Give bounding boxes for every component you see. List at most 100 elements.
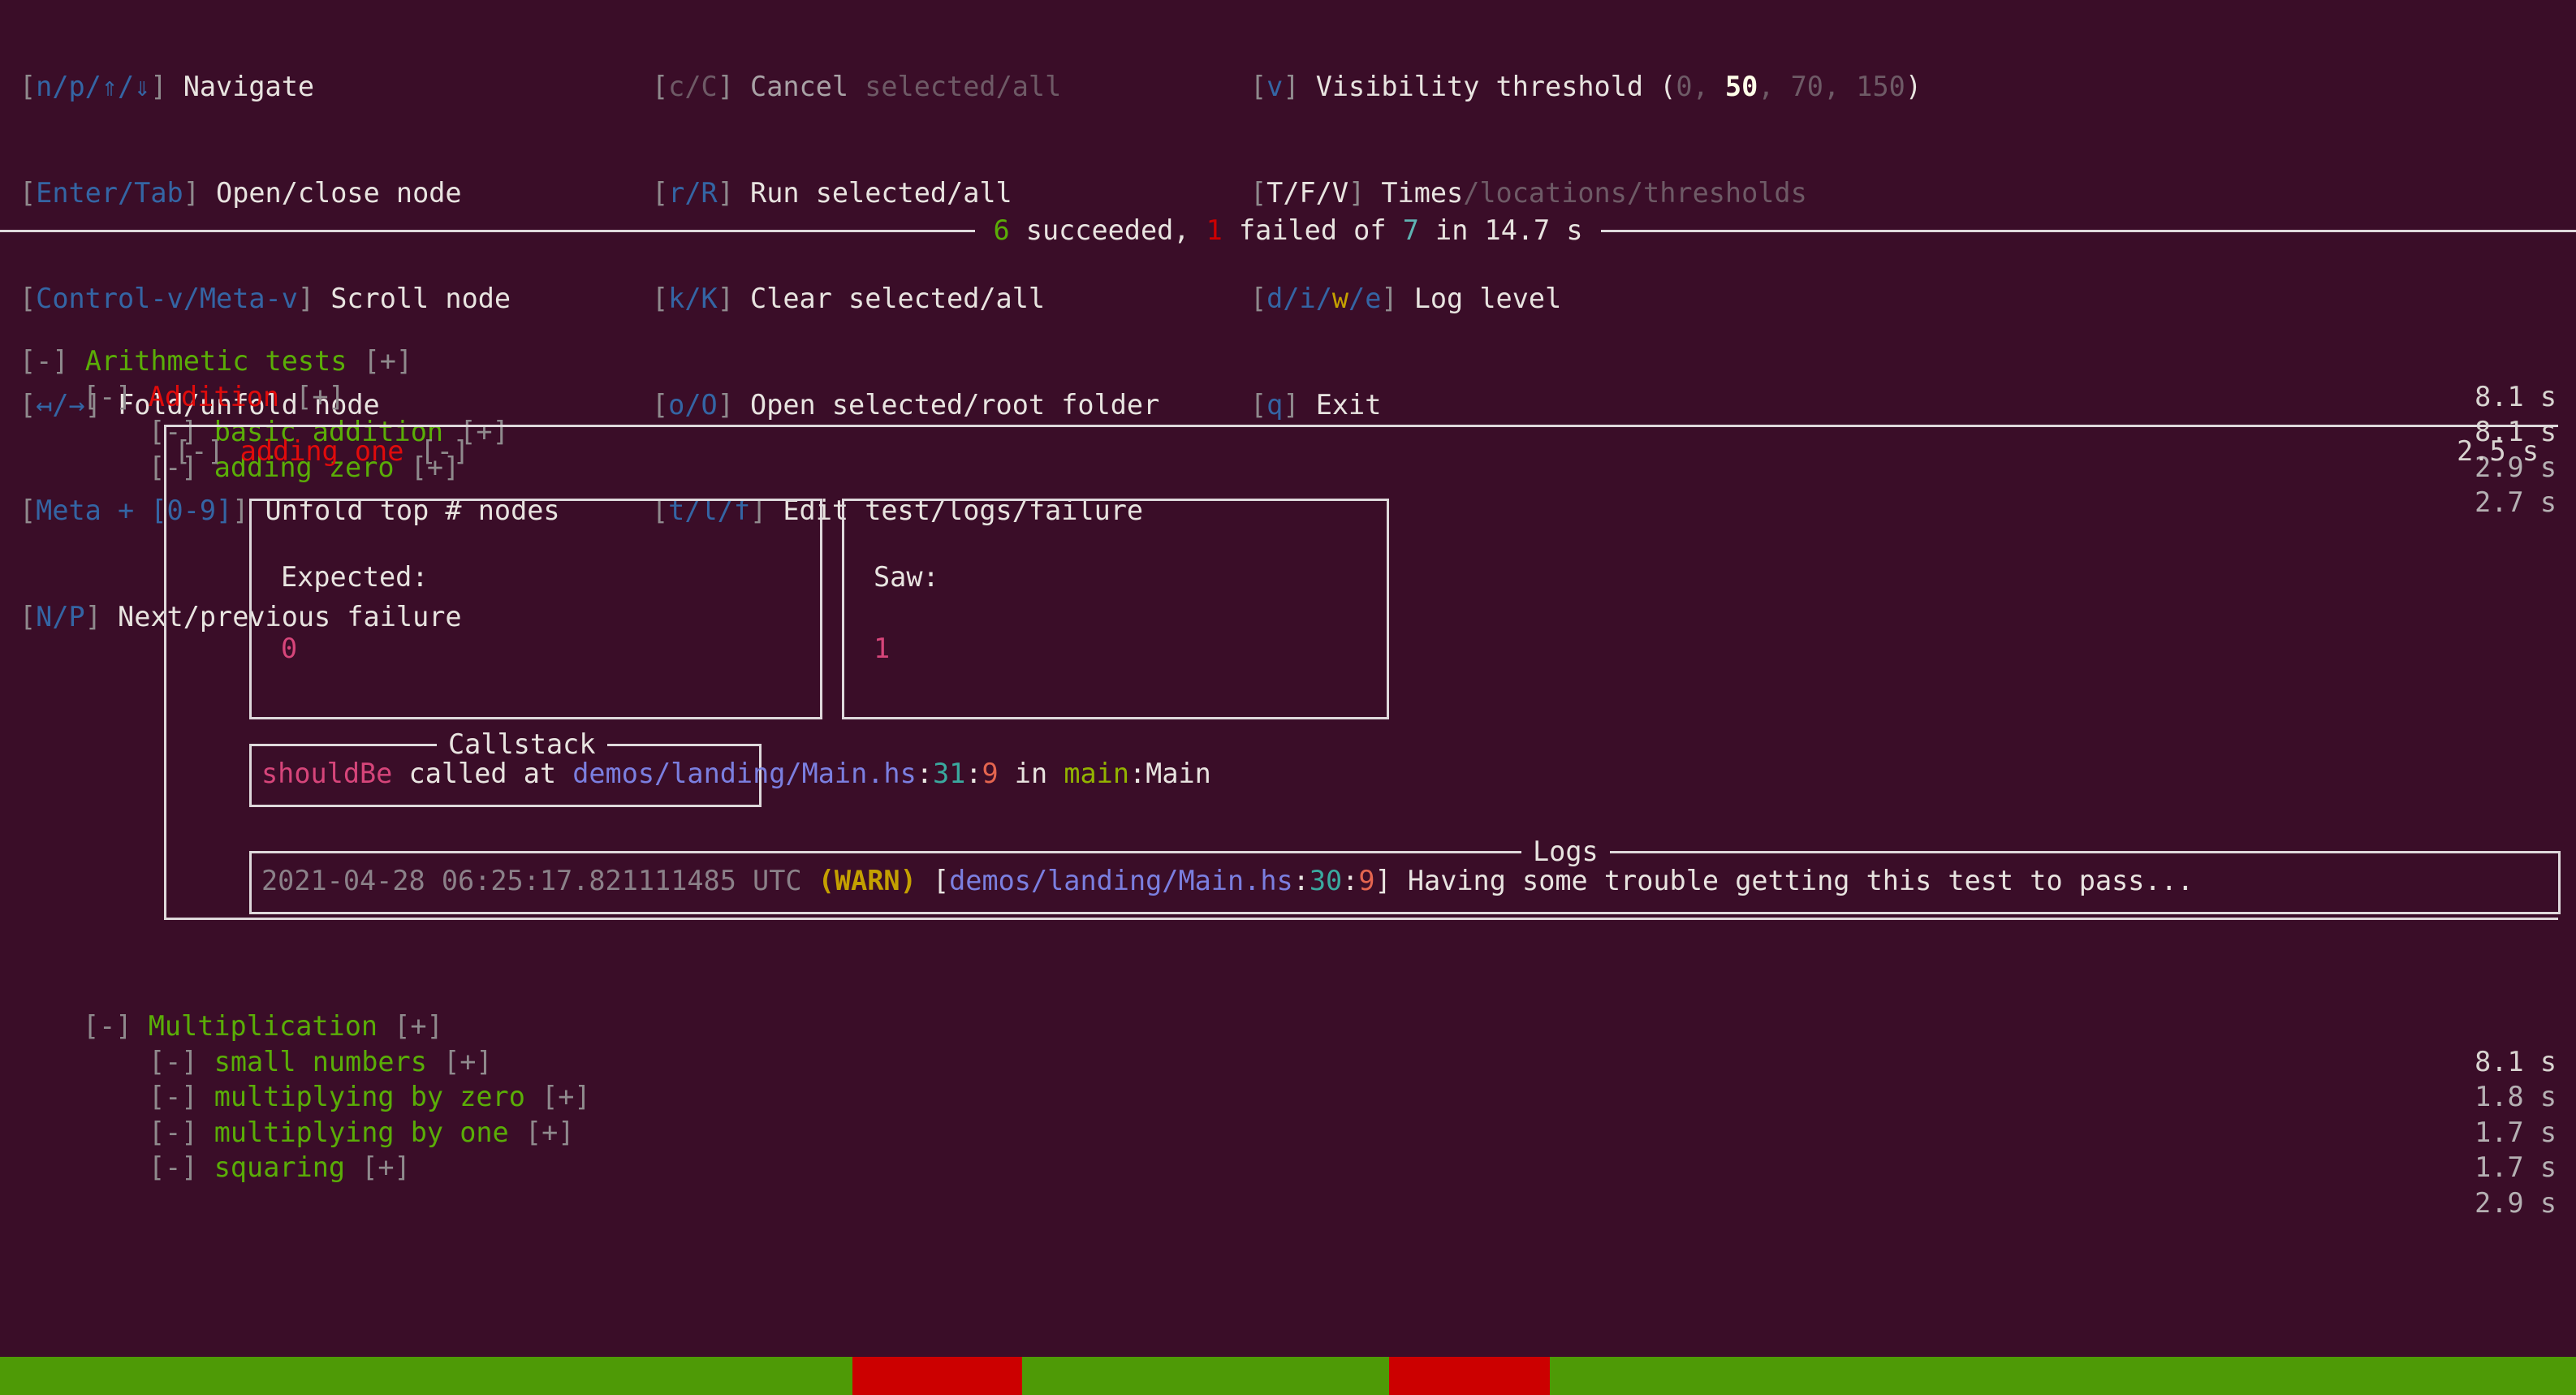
help-keys: r/R: [668, 176, 718, 209]
bracket-open: [: [19, 176, 37, 209]
selected-failure-panel[interactable]: [-] adding one [-] 2.5 s Expected: 0 Saw…: [164, 425, 2561, 920]
collapse-toggle-icon[interactable]: [+]: [361, 1151, 411, 1183]
tree-row-label[interactable]: [-] multiplying by one [+]: [149, 1115, 574, 1151]
callstack-file-path[interactable]: demos/landing/Main.hs: [572, 758, 917, 789]
failed-label: failed of: [1222, 214, 1403, 247]
tree-row-addition[interactable]: [-] Addition [+] 8.1 s: [0, 309, 2576, 448]
saw-box: Saw: 1: [842, 499, 1389, 719]
logs-box: Logs 2021-04-28 06:25:17.821111485 UTC (…: [249, 834, 2561, 914]
bracket-open: [: [932, 865, 950, 896]
colon: :: [1342, 865, 1359, 896]
selected-node-header[interactable]: [-] adding one [-] 2.5 s: [166, 427, 2558, 476]
log-column-number: 9: [1358, 865, 1375, 896]
tree-row-multiplying-by-one[interactable]: [-] multiplying by one [+] 1.7 s: [0, 1044, 2576, 1184]
help-keys: n/p/⇑/⇓: [36, 71, 151, 102]
bracket-open: [: [1250, 176, 1267, 209]
tree-row-multiplying-by-zero[interactable]: [-] multiplying by zero [+] 1.7 s: [0, 1008, 2576, 1148]
bracket-close: ]: [717, 71, 751, 102]
test-name: multiplying by one: [214, 1116, 509, 1148]
separator: /: [1463, 176, 1480, 209]
help-label-suffix: selected/all: [865, 71, 1062, 102]
test-name: squaring: [214, 1151, 346, 1183]
terminal-screen: [n/p/⇑/⇓] Navigate [Enter/Tab] Open/clos…: [0, 0, 2576, 1395]
log-level-badge: (WARN): [818, 865, 917, 896]
test-duration: 1.7 s: [2475, 1116, 2557, 1148]
callstack-package: main: [1064, 758, 1129, 789]
threshold-option-2: 70: [1790, 71, 1823, 102]
progress-segment-failed: [852, 1357, 1022, 1395]
failed-count: 1: [1206, 214, 1223, 247]
help-keys: T/F/V: [1266, 176, 1349, 209]
tree-row-basic-addition[interactable]: [-] basic addition [+] 2.9 s: [0, 343, 2576, 483]
test-name: adding one: [239, 435, 404, 467]
bracket-open: [: [1250, 71, 1267, 102]
help-keys: c/C: [668, 71, 718, 102]
tree-row-multiplication[interactable]: [-] Multiplication [+] 8.1 s: [0, 938, 2576, 1078]
rule-left: [0, 229, 976, 232]
threshold-option-0: 0: [1676, 71, 1693, 102]
help-label-muted: [848, 71, 865, 102]
log-file-path[interactable]: demos/landing/Main.hs: [949, 865, 1293, 896]
bracket-open: [: [19, 71, 37, 102]
expand-toggle-icon[interactable]: [-]: [149, 1151, 198, 1183]
callstack-entry[interactable]: shouldBe called at demos/landing/Main.hs…: [261, 756, 1211, 792]
bracket-open: [: [652, 71, 669, 102]
bracket-close: ]: [1283, 71, 1316, 102]
expand-toggle-icon[interactable]: [-]: [149, 1116, 198, 1148]
tree-row-small-numbers[interactable]: [-] small numbers [+] 1.8 s: [0, 974, 2576, 1113]
bracket-close: ]: [150, 71, 183, 102]
progress-bar: [0, 1357, 2576, 1395]
tree-row-label[interactable]: [-] squaring [+]: [149, 1150, 411, 1186]
keybinding-help: [n/p/⇑/⇓] Navigate [Enter/Tab] Open/clos…: [0, 0, 2576, 633]
test-duration: 2.9 s: [2475, 1186, 2557, 1219]
help-keys: Enter/Tab: [36, 176, 183, 209]
collapse-toggle-icon[interactable]: [-]: [421, 435, 470, 467]
succeeded-label: succeeded,: [1009, 214, 1206, 247]
separator: ,: [1823, 71, 1857, 102]
progress-segment-failed: [1389, 1357, 1550, 1395]
summary-status-bar: 6 succeeded, 1 failed of 7 in 14.7 s: [0, 213, 2576, 248]
colon: :: [965, 758, 982, 789]
bracket-close: ]: [183, 176, 217, 209]
help-line-times-locations-thresholds: [T/F/V] Times/locations/thresholds: [1250, 175, 1922, 211]
callstack-module: :Main: [1129, 758, 1211, 789]
threshold-option-3: 150: [1856, 71, 1905, 102]
tree-row-squaring[interactable]: [-] squaring [+] 2.9 s: [0, 1079, 2576, 1219]
bracket-close: ]: [717, 176, 751, 209]
help-label: Cancel: [750, 71, 849, 102]
test-tree: [-] Arithmetic tests [+] 8.1 s [-] Addit…: [0, 273, 2576, 1219]
callstack-in: in: [998, 758, 1064, 789]
help-label: Navigate: [183, 71, 315, 102]
tree-row-arithmetic-tests[interactable]: [-] Arithmetic tests [+] 8.1 s: [0, 273, 2576, 412]
callstack-line-number: 31: [932, 758, 966, 789]
bracket-open: [: [652, 176, 669, 209]
tree-row-label-selected[interactable]: [-] adding one [-]: [175, 434, 469, 469]
help-label: Run selected/all: [750, 176, 1012, 209]
log-timestamp: 2021-04-28 06:25:17.821111485 UTC: [261, 865, 802, 896]
collapse-toggle-icon[interactable]: [+]: [525, 1116, 575, 1148]
expected-box: Expected: 0: [249, 499, 822, 719]
in-label: in: [1418, 214, 1485, 247]
total-count: 7: [1402, 214, 1419, 247]
help-line-cancel: [c/C] Cancel selected/all: [652, 69, 1159, 105]
callstack-box: Callstack shouldBe called at demos/landi…: [249, 727, 1211, 807]
log-message: Having some trouble getting this test to…: [1407, 865, 2194, 896]
colon: :: [1292, 865, 1310, 896]
tree-row-adding-zero[interactable]: [-] adding zero [+] 2.7 s: [0, 379, 2576, 519]
succeeded-count: 6: [993, 214, 1010, 247]
bracket-close: ]: [1374, 865, 1392, 896]
separator: ,: [1692, 71, 1725, 102]
saw-value: 1: [874, 633, 891, 664]
help-line-visibility-threshold: [v] Visibility threshold (0, 50, 70, 150…: [1250, 69, 1922, 105]
log-entry[interactable]: 2021-04-28 06:25:17.821111485 UTC (WARN)…: [261, 863, 2194, 899]
expand-toggle-icon[interactable]: [-]: [175, 435, 224, 467]
callstack-function: shouldBe: [261, 758, 393, 789]
